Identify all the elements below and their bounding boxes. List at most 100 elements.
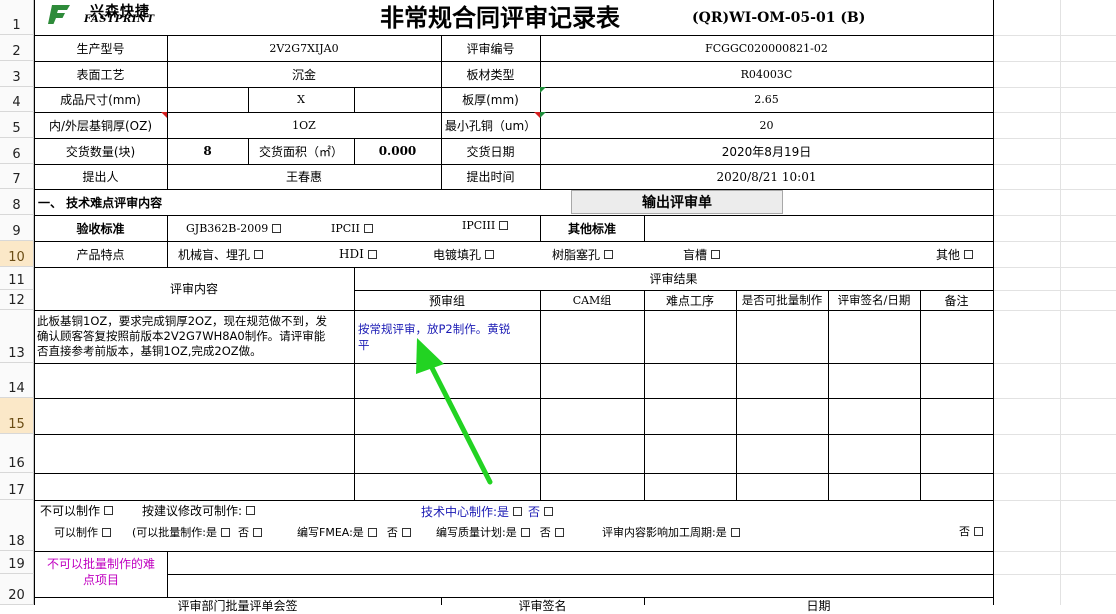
row-header[interactable]: 20 xyxy=(0,574,34,605)
copper-value[interactable]: 1OZ xyxy=(167,112,441,138)
cycle-option[interactable]: 评审内容影响加工周期:是 xyxy=(602,523,740,541)
model-value[interactable]: 2V2G7XIJA0 xyxy=(167,35,441,61)
option-label: 按建议修改可制作: xyxy=(142,503,243,518)
features-label: 产品特点 xyxy=(76,247,125,262)
checkbox-ipc3[interactable] xyxy=(499,220,509,230)
col-batch: 是否可批量制作 xyxy=(741,293,823,307)
acceptance-ipc2-option[interactable]: IPCII xyxy=(331,215,373,241)
checkbox-cannot[interactable] xyxy=(104,505,114,515)
checkbox-feature-other[interactable] xyxy=(964,249,974,259)
checkbox-can[interactable] xyxy=(102,527,111,537)
review-content-text[interactable]: 此板基铜1OZ，要求完成铜厚2OZ，现在规范做不到，发 确认顾客答复按照前版本2… xyxy=(37,314,353,359)
min-hole-value[interactable]: 20 xyxy=(540,112,993,138)
batch-option[interactable]: (可以批量制作:是 否 xyxy=(132,523,262,541)
proposer-label: 提出人 xyxy=(82,170,119,184)
row-header[interactable]: 15 xyxy=(0,398,34,434)
feature-blind-buried[interactable]: 机械盲、埋孔 xyxy=(178,241,264,267)
proposer-value[interactable]: 王春惠 xyxy=(167,164,441,189)
checkbox-tech-yes[interactable] xyxy=(513,506,523,516)
text-line: 此板基铜1OZ，要求完成铜厚2OZ，现在规范做不到，发 xyxy=(37,314,327,328)
page-title: 非常规合同评审记录表 xyxy=(380,2,620,32)
acceptance-gjb-option[interactable]: GJB362B-2009 xyxy=(186,215,282,241)
checkbox-qp-no[interactable] xyxy=(554,527,564,537)
checkbox-modify[interactable] xyxy=(246,505,256,515)
company-logo: 兴森快捷 FASTPRINT xyxy=(48,3,183,25)
row-header[interactable]: 2 xyxy=(0,35,34,61)
option-label: 不可以制作 xyxy=(40,503,101,518)
option-label: 技术中心制作:是 xyxy=(421,504,510,519)
row-header[interactable]: 14 xyxy=(0,363,34,398)
cycle-no-option[interactable]: 否 xyxy=(959,522,983,540)
option-label: 评审内容影响加工周期:是 xyxy=(602,526,727,539)
checkbox-hdi[interactable] xyxy=(367,249,377,259)
row-header[interactable]: 17 xyxy=(0,473,34,500)
delivery-value[interactable]: 2020年8月19日 xyxy=(540,138,993,164)
thickness-value[interactable]: 2.65 xyxy=(540,87,993,112)
time-value[interactable]: 2020/8/21 10:01 xyxy=(540,164,993,189)
option-label: (可以批量制作:是 xyxy=(132,526,217,539)
option-label: 否 xyxy=(238,526,249,539)
comment-indicator xyxy=(540,87,546,93)
feature-hdi[interactable]: HDI xyxy=(339,241,377,267)
option-label: 树脂塞孔 xyxy=(552,247,601,262)
checkbox-qp-yes[interactable] xyxy=(520,527,530,537)
option-label: 否 xyxy=(528,504,541,519)
fmea-option[interactable]: 编写FMEA:是 否 xyxy=(297,523,411,541)
checkbox-tech-no[interactable] xyxy=(544,506,554,516)
other-standard-input[interactable] xyxy=(645,216,992,240)
checkbox-cycle-yes[interactable] xyxy=(730,527,740,537)
difficulty-label: 不可以批量制作的难 点项目 xyxy=(36,556,166,588)
row-header[interactable]: 5 xyxy=(0,112,34,138)
row-header[interactable]: 11 xyxy=(0,267,34,290)
tech-center-option[interactable]: 技术中心制作:是 否 xyxy=(421,502,554,520)
feature-plating-fill[interactable]: 电镀填孔 xyxy=(433,241,495,267)
row-header[interactable]: 12 xyxy=(0,290,34,310)
option-label: IPCIII xyxy=(462,218,496,232)
checkbox-batch-no[interactable] xyxy=(253,527,262,537)
surface-value[interactable]: 沉金 xyxy=(167,61,441,87)
cannot-make-option[interactable]: 不可以制作 xyxy=(40,501,114,519)
row-header[interactable]: 8 xyxy=(0,189,34,215)
other-standard-label: 其他标准 xyxy=(567,221,616,236)
checkbox-ipc2[interactable] xyxy=(363,223,373,233)
option-label: 其他 xyxy=(936,247,961,262)
section-title: 一、 技术难点评审内容 xyxy=(38,195,163,210)
checkbox-plating-fill[interactable] xyxy=(485,249,495,259)
area-value[interactable]: 0.000 xyxy=(354,138,441,164)
modify-option[interactable]: 按建议修改可制作: xyxy=(142,501,256,519)
row-header[interactable]: 9 xyxy=(0,215,34,241)
checkbox-blind-slot[interactable] xyxy=(711,249,721,259)
feature-resin-plug[interactable]: 树脂塞孔 xyxy=(552,241,614,267)
qty-value[interactable]: 8 xyxy=(167,138,248,164)
row-header[interactable]: 16 xyxy=(0,434,34,473)
checkbox-batch-yes[interactable] xyxy=(221,527,230,537)
checkbox-fmea-no[interactable] xyxy=(401,527,411,537)
row-header[interactable]: 6 xyxy=(0,138,34,164)
export-review-button[interactable]: 输出评审单 xyxy=(571,190,783,214)
checkbox-blind-buried[interactable] xyxy=(254,249,264,259)
row-header[interactable]: 19 xyxy=(0,551,34,574)
footer-date: 日期 xyxy=(806,598,831,613)
checkbox-fmea-yes[interactable] xyxy=(367,527,377,537)
row-header[interactable]: 18 xyxy=(0,500,34,551)
review-content-header: 评审内容 xyxy=(169,282,218,296)
acceptance-ipc3-option[interactable]: IPCIII xyxy=(462,212,509,238)
row-header[interactable]: 13 xyxy=(0,310,34,363)
quality-plan-option[interactable]: 编写质量计划:是 否 xyxy=(436,523,564,541)
row-header[interactable]: 7 xyxy=(0,164,34,189)
checkbox-gjb[interactable] xyxy=(272,223,282,233)
can-make-option[interactable]: 可以制作 xyxy=(54,523,111,541)
row-header[interactable]: 4 xyxy=(0,87,34,112)
feature-other[interactable]: 其他 xyxy=(936,241,974,267)
option-label: 否 xyxy=(539,526,551,539)
review-no-value[interactable]: FCGGC020000821-02 xyxy=(540,35,993,61)
row-header[interactable]: 3 xyxy=(0,61,34,87)
material-value[interactable]: R04003C xyxy=(540,61,993,87)
checkbox-resin-plug[interactable] xyxy=(604,249,614,259)
row-header[interactable]: 10 xyxy=(0,241,34,267)
option-label: 编写质量计划:是 xyxy=(436,526,517,539)
row-header[interactable]: 1 xyxy=(0,0,34,35)
feature-blind-slot[interactable]: 盲槽 xyxy=(683,241,721,267)
size-x[interactable]: X xyxy=(248,87,354,112)
checkbox-cycle-no[interactable] xyxy=(974,526,983,536)
